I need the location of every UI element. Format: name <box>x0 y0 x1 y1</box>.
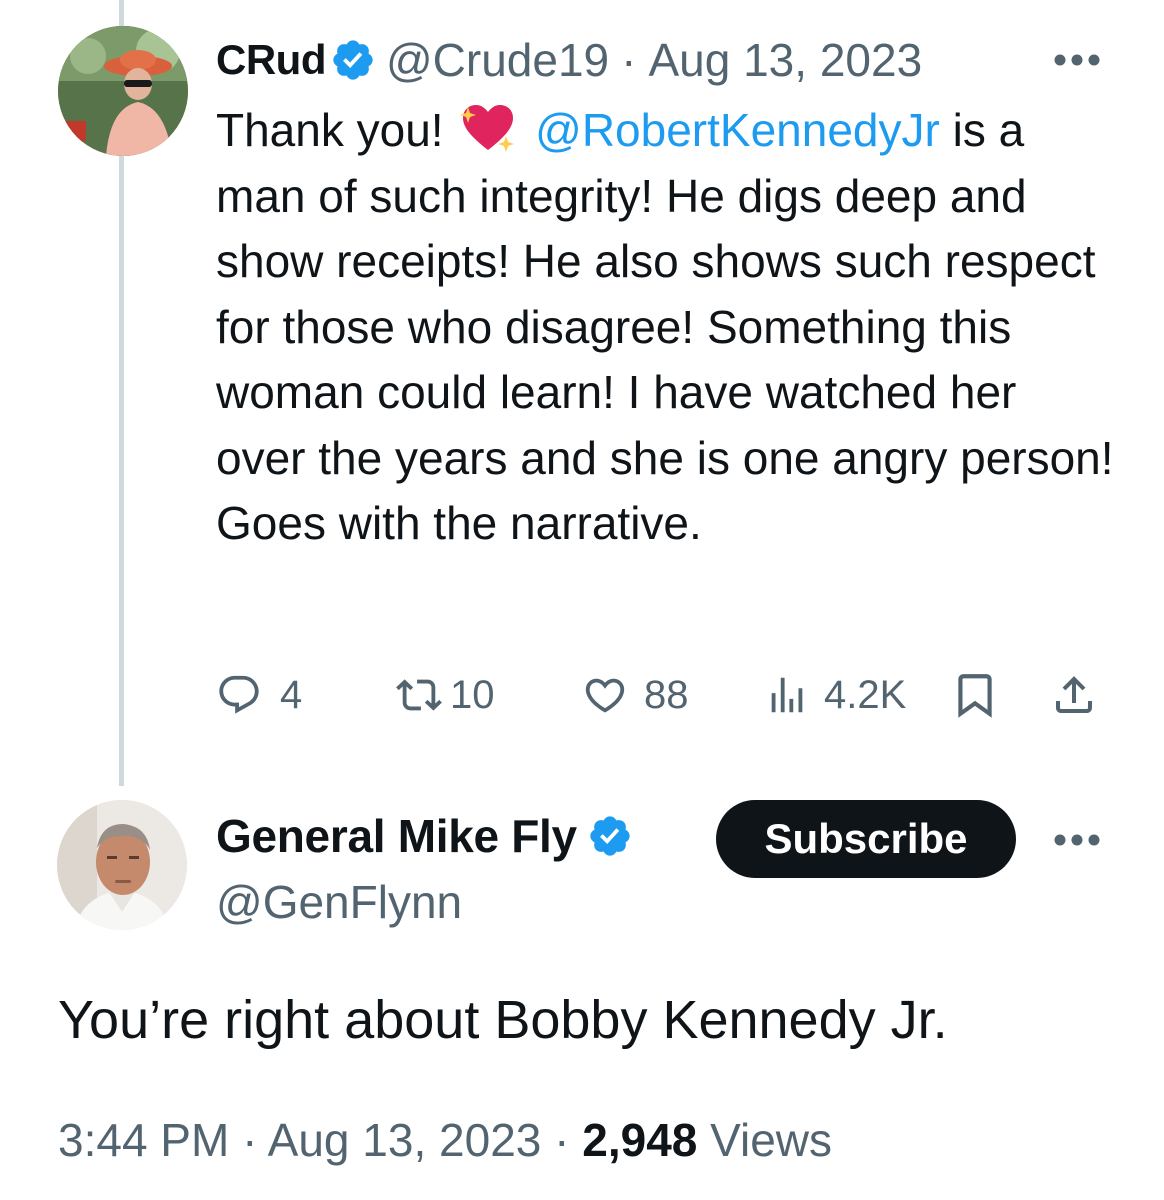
separator-dot: · <box>554 1114 570 1166</box>
author-handle[interactable]: @GenFlynn <box>216 872 462 932</box>
subscribe-button[interactable]: Subscribe <box>716 800 1016 878</box>
reply-icon <box>219 675 259 714</box>
bookmark-icon <box>958 674 992 718</box>
repost-button[interactable]: 10 <box>396 665 495 725</box>
main-tweet-header: General Mike Fly <box>216 806 633 866</box>
more-options-icon[interactable] <box>1053 833 1101 847</box>
tweet-date[interactable]: Aug 13, 2023 <box>268 1114 542 1166</box>
tweet-text-rest: is a man of such integrity! He digs deep… <box>216 104 1114 549</box>
author-handle[interactable]: @Crude19 <box>386 33 609 87</box>
views-label: Views <box>710 1114 833 1166</box>
reply-button[interactable]: 4 <box>216 665 302 725</box>
views-count: 2,948 <box>582 1114 698 1166</box>
views-count: 4.2K <box>824 672 907 717</box>
like-count: 88 <box>644 672 689 717</box>
like-button[interactable]: 88 <box>582 665 689 725</box>
tweet-date[interactable]: Aug 13, 2023 <box>648 33 922 87</box>
tweet-actions-bar: 4 10 88 4.2K <box>216 665 1106 725</box>
bookmark-button[interactable] <box>950 665 1000 725</box>
reply-count: 4 <box>280 672 303 717</box>
author-name[interactable]: CRud <box>216 36 326 84</box>
heart-icon <box>585 678 625 713</box>
sparkling-heart-emoji-icon <box>460 105 515 152</box>
avatar[interactable] <box>58 26 188 156</box>
tweet-text-start: Thank you! <box>216 104 444 156</box>
mention-link[interactable]: @RobertKennedyJr <box>535 104 940 156</box>
main-tweet-text: You’re right about Bobby Kennedy Jr. <box>58 990 948 1050</box>
avatar-image <box>57 800 187 930</box>
avatar-image <box>58 26 188 156</box>
separator-dot: · <box>242 1114 258 1166</box>
repost-icon <box>396 679 442 711</box>
repost-count: 10 <box>450 672 495 717</box>
separator-dot: · <box>621 34 637 86</box>
tweet-time[interactable]: 3:44 PM <box>58 1114 229 1166</box>
reply-tweet-text: Thank you! @RobertKennedyJr is a man of … <box>216 98 1116 557</box>
verified-badge-icon[interactable] <box>587 813 633 859</box>
share-button[interactable] <box>1050 665 1098 725</box>
author-name[interactable]: General Mike Fly <box>216 809 577 863</box>
views-button[interactable]: 4.2K <box>764 665 906 725</box>
reply-tweet-header: CRud @Crude19 · Aug 13, 2023 <box>216 30 922 90</box>
tweet-metadata: 3:44 PM · Aug 13, 2023 · 2,948 Views <box>58 1110 832 1170</box>
verified-badge-icon[interactable] <box>330 37 376 83</box>
more-options-icon[interactable] <box>1053 53 1101 67</box>
avatar[interactable] <box>57 800 187 930</box>
views-chart-icon <box>771 677 803 713</box>
share-icon <box>1056 676 1092 713</box>
